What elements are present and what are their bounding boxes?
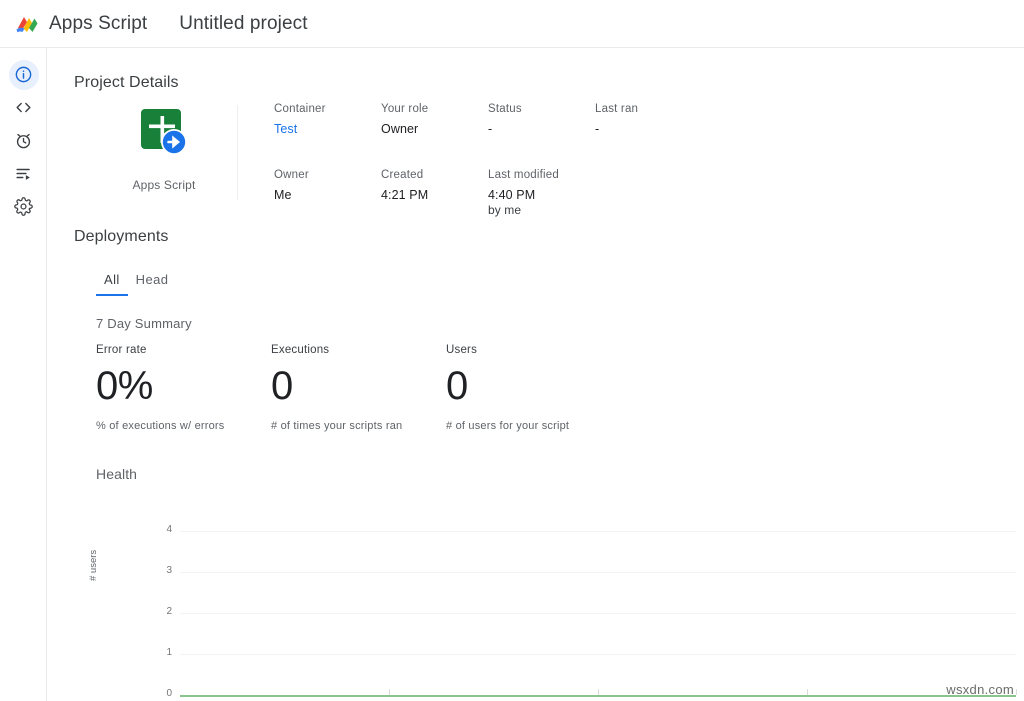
app-header: Apps Script Untitled project — [0, 0, 1024, 48]
google-sheets-apps-script-icon — [133, 103, 195, 165]
info-circle-icon — [9, 60, 39, 90]
details-vertical-divider — [237, 105, 238, 200]
chart-y-tick-label: 4 — [152, 524, 172, 535]
main-content: Project Details Apps Script Container — [48, 48, 1024, 701]
container-link[interactable]: Test — [274, 122, 381, 137]
chart-x-tick-mark — [807, 689, 808, 695]
metric-error-rate: Error rate 0% % of executions w/ errors — [96, 344, 271, 432]
seven-day-summary-title: 7 Day Summary — [96, 316, 192, 331]
sidebar-item-triggers[interactable] — [0, 124, 47, 157]
metric-users: Users 0 # of users for your script — [446, 344, 621, 432]
metric-sublabel: # of users for your script — [446, 420, 621, 432]
metric-value: 0% — [96, 360, 271, 412]
metric-sublabel: # of times your scripts ran — [271, 420, 446, 432]
metric-value: 0 — [446, 360, 621, 412]
deployments-tabs: All Head — [96, 266, 176, 296]
sidebar-item-project-settings[interactable] — [0, 190, 47, 223]
detail-label: Container — [274, 103, 381, 115]
detail-label: Owner — [274, 169, 381, 181]
detail-status: Status - — [488, 103, 595, 137]
left-nav-rail — [0, 48, 47, 701]
detail-value: - — [595, 122, 702, 137]
details-row-2: Owner Me Created 4:21 PM Last modified 4… — [274, 169, 974, 218]
detail-value: 4:40 PM — [488, 188, 648, 203]
detail-your-role: Your role Owner — [381, 103, 488, 137]
health-chart: # users 01234 Dec 22Dec 23Dec 24Dec 25De… — [96, 503, 1016, 701]
project-type-label: Apps Script — [132, 178, 195, 192]
executions-list-icon — [9, 159, 39, 189]
chart-gridline — [180, 531, 1016, 532]
detail-value-sub: by me — [488, 203, 648, 218]
sidebar-item-editor[interactable] — [0, 91, 47, 124]
project-details-body: Apps Script Container Test Your role Own… — [74, 103, 974, 208]
project-details-grid: Container Test Your role Owner Status - … — [274, 103, 974, 218]
chart-gridline — [180, 613, 1016, 614]
chart-series-line-users — [180, 695, 1016, 697]
tab-all[interactable]: All — [96, 272, 128, 296]
chart-x-tick-mark — [598, 689, 599, 695]
detail-label: Created — [381, 169, 488, 181]
detail-value: - — [488, 122, 595, 137]
detail-created: Created 4:21 PM — [381, 169, 488, 218]
metric-executions: Executions 0 # of times your scripts ran — [271, 344, 446, 432]
chart-x-tick-mark — [389, 689, 390, 695]
chart-y-tick-label: 0 — [152, 688, 172, 699]
gear-icon — [9, 192, 39, 222]
chart-y-tick-label: 1 — [152, 647, 172, 658]
project-type-block: Apps Script — [104, 103, 224, 192]
detail-owner: Owner Me — [274, 169, 381, 218]
metric-value: 0 — [271, 360, 446, 412]
apps-script-logo-icon — [14, 11, 40, 37]
project-title[interactable]: Untitled project — [175, 11, 311, 37]
detail-label: Last modified — [488, 169, 648, 181]
detail-label: Your role — [381, 103, 488, 115]
detail-last-ran: Last ran - — [595, 103, 702, 137]
summary-metrics: Error rate 0% % of executions w/ errors … — [96, 344, 621, 432]
project-details-heading: Project Details — [74, 74, 179, 92]
metric-label: Users — [446, 344, 621, 356]
brand-title: Apps Script — [49, 13, 147, 35]
deployments-heading: Deployments — [74, 228, 168, 246]
chart-y-axis-title: # users — [88, 550, 99, 581]
brand-block[interactable]: Apps Script — [0, 11, 147, 37]
chart-gridline — [180, 572, 1016, 573]
sidebar-item-executions[interactable] — [0, 157, 47, 190]
chart-y-tick-label: 3 — [152, 565, 172, 576]
chart-y-tick-label: 2 — [152, 606, 172, 617]
metric-label: Executions — [271, 344, 446, 356]
code-brackets-icon — [9, 93, 39, 123]
chart-x-tick-mark — [1016, 689, 1017, 695]
health-heading: Health — [96, 466, 137, 482]
detail-last-modified: Last modified 4:40 PM by me — [488, 169, 648, 218]
sidebar-item-overview[interactable] — [0, 58, 47, 91]
detail-value: Owner — [381, 122, 488, 137]
detail-value: 4:21 PM — [381, 188, 488, 203]
tab-head[interactable]: Head — [128, 272, 177, 296]
chart-gridline — [180, 654, 1016, 655]
metric-sublabel: % of executions w/ errors — [96, 420, 271, 432]
alarm-clock-icon — [9, 126, 39, 156]
detail-label: Last ran — [595, 103, 702, 115]
detail-container: Container Test — [274, 103, 381, 137]
metric-label: Error rate — [96, 344, 271, 356]
details-row-1: Container Test Your role Owner Status - … — [274, 103, 974, 137]
watermark: wsxdn.com — [946, 682, 1014, 697]
detail-value: Me — [274, 188, 381, 203]
detail-label: Status — [488, 103, 595, 115]
